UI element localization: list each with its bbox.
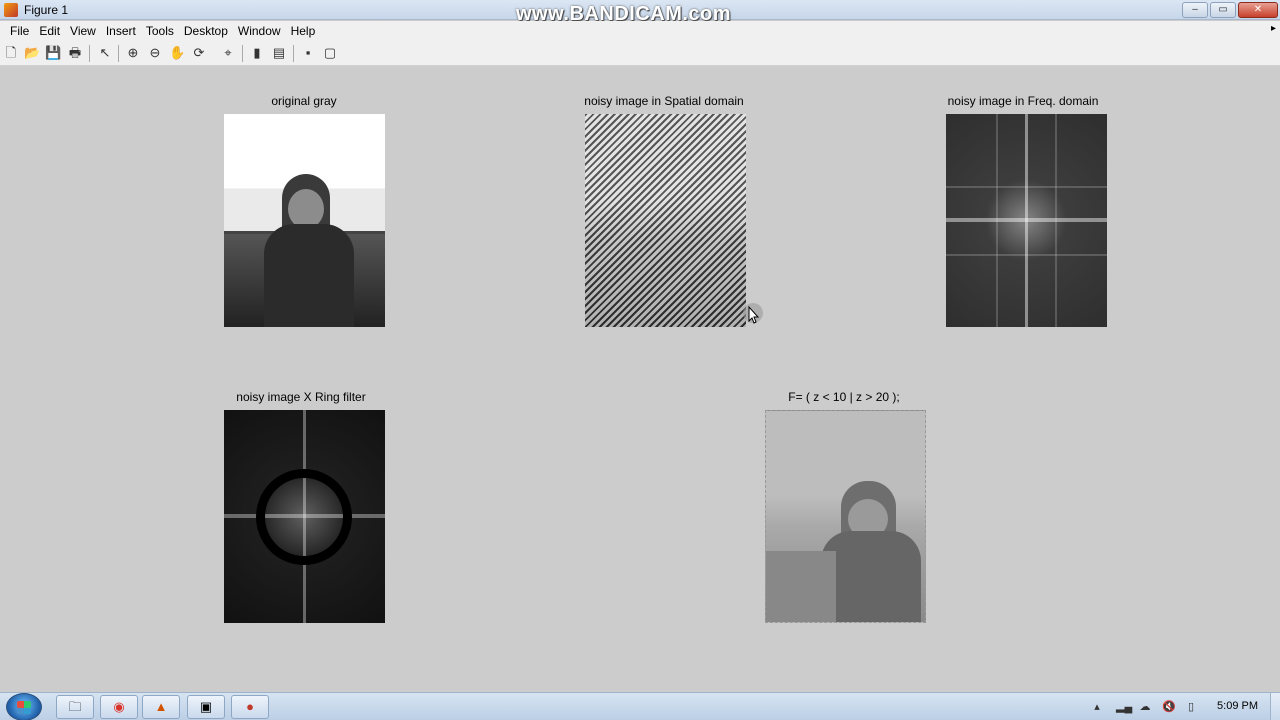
taskbar-window-app-icon[interactable]: ▣: [187, 695, 225, 719]
zoom-in-icon[interactable]: ⊕: [125, 45, 141, 61]
subplot-title-ring-filter: noisy image X Ring filter: [236, 390, 366, 404]
figure-toolbar: 🗋 📂 💾 🖶 ↖ ⊕ ⊖ ✋ ⟳ ⌖ ▮ ▤ ▪ ▢: [0, 41, 1280, 66]
image-region: [821, 531, 921, 622]
menu-view[interactable]: View: [65, 24, 101, 38]
taskbar-bandicam-icon[interactable]: ●: [231, 695, 269, 719]
taskbar-file-explorer-icon[interactable]: 🗀: [56, 695, 94, 719]
menu-tools[interactable]: Tools: [141, 24, 179, 38]
ring-filter-circle: [256, 469, 352, 565]
noisy-spatial-image[interactable]: [585, 114, 746, 327]
ring-filter-image[interactable]: [224, 410, 385, 623]
menu-help[interactable]: Help: [286, 24, 321, 38]
menu-desktop[interactable]: Desktop: [179, 24, 233, 38]
window-controls: – ▭ ✕: [1182, 2, 1278, 18]
menu-insert[interactable]: Insert: [101, 24, 141, 38]
close-button[interactable]: ✕: [1238, 2, 1278, 18]
zoom-out-icon[interactable]: ⊖: [147, 45, 163, 61]
colorbar-icon[interactable]: ▮: [249, 45, 265, 61]
subplot-title-noisy-spatial: noisy image in Spatial domain: [584, 94, 744, 108]
windows-taskbar: 🗀 ◉ ▲ ▣ ● ▴ ▂▄ ☁ 🔇 ▯ 5:09 PM: [0, 692, 1280, 720]
print-icon[interactable]: 🖶: [67, 45, 83, 61]
matlab-figure-icon: [4, 3, 18, 17]
edit-plot-arrow-icon[interactable]: ↖: [97, 45, 113, 61]
original-gray-image[interactable]: [224, 114, 385, 327]
menu-window[interactable]: Window: [233, 24, 286, 38]
show-desktop-button[interactable]: [1270, 693, 1280, 720]
subplot-title-original-gray: original gray: [271, 94, 337, 108]
new-file-icon[interactable]: 🗋: [3, 45, 19, 61]
legend-icon[interactable]: ▤: [271, 45, 287, 61]
subplot-title-filter-expression: F= ( z < 10 | z > 20 );: [788, 390, 900, 404]
system-tray: ▴ ▂▄ ☁ 🔇 ▯ 5:09 PM: [1090, 693, 1280, 720]
data-cursor-icon[interactable]: ⌖: [220, 45, 236, 61]
volume-muted-icon[interactable]: 🔇: [1162, 700, 1176, 714]
mouse-pointer-icon: [743, 303, 763, 324]
subplot-title-noisy-freq: noisy image in Freq. domain: [947, 94, 1099, 108]
menu-bar: File Edit View Insert Tools Desktop Wind…: [0, 21, 1280, 41]
image-region: [288, 189, 324, 229]
hide-plot-tools-icon[interactable]: ▪: [300, 45, 316, 61]
show-plot-tools-icon[interactable]: ▢: [322, 45, 338, 61]
taskbar-chrome-icon[interactable]: ◉: [100, 695, 138, 719]
tray-expand-icon[interactable]: ▴: [1090, 700, 1104, 714]
toolbar-separator: [293, 45, 294, 62]
cloud-icon[interactable]: ☁: [1138, 700, 1152, 714]
noisy-freq-image[interactable]: [946, 114, 1107, 327]
rotate-3d-icon[interactable]: ⟳: [191, 45, 207, 61]
taskbar-clock[interactable]: 5:09 PM: [1217, 700, 1258, 712]
taskbar-matlab-icon[interactable]: ▲: [142, 695, 180, 719]
menu-overflow-icon[interactable]: ▸: [1271, 23, 1276, 34]
network-signal-icon[interactable]: ▂▄: [1116, 700, 1132, 714]
minimize-button[interactable]: –: [1182, 2, 1208, 18]
menu-file[interactable]: File: [5, 24, 34, 38]
battery-icon[interactable]: ▯: [1184, 700, 1198, 714]
start-button[interactable]: [6, 693, 42, 720]
toolbar-separator: [118, 45, 119, 62]
image-region: [264, 224, 354, 327]
window-title: Figure 1: [24, 3, 69, 17]
open-folder-icon[interactable]: 📂: [24, 45, 40, 61]
figure-canvas[interactable]: original gray noisy image in Spatial dom…: [0, 67, 1280, 692]
toolbar-separator: [89, 45, 90, 62]
menu-edit[interactable]: Edit: [34, 24, 65, 38]
image-region: [766, 551, 836, 622]
window-titlebar: Figure 1 www.BANDICAM.com – ▭ ✕: [0, 0, 1280, 24]
maximize-button[interactable]: ▭: [1210, 2, 1236, 18]
save-icon[interactable]: 💾: [45, 45, 61, 61]
toolbar-separator: [242, 45, 243, 62]
filtered-result-image[interactable]: [765, 410, 926, 623]
pan-hand-icon[interactable]: ✋: [169, 45, 185, 61]
windows-logo-icon: [17, 701, 31, 714]
